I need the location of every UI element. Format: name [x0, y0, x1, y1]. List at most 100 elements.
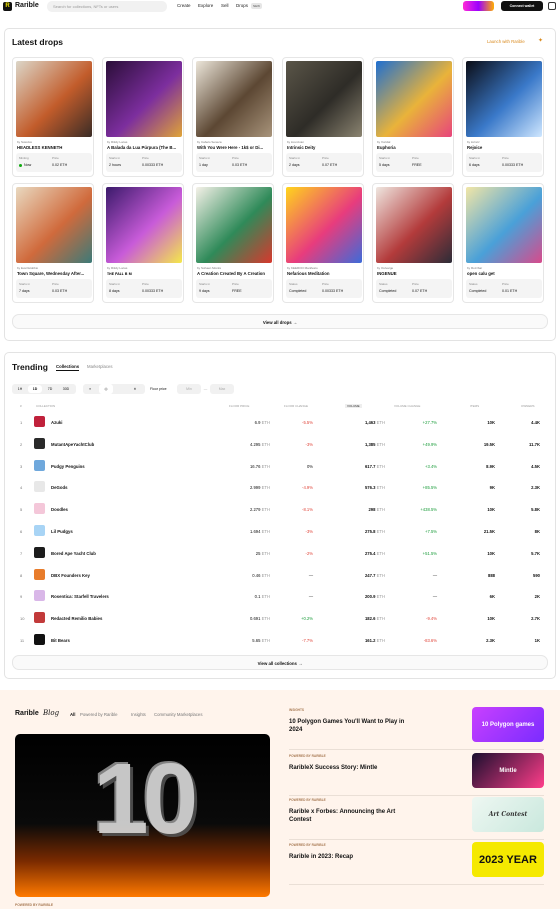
- table-row[interactable]: 5 Doodles 2.279 ETH -8.1% 298 ETH +438.5% 10K 5…: [13, 499, 545, 520]
- promo-gradient-button[interactable]: [463, 1, 494, 11]
- period-1h[interactable]: 1H: [13, 385, 27, 393]
- drop-creator[interactable]: by Sohaen Monks: [197, 266, 221, 270]
- collection-avatar[interactable]: [34, 503, 45, 515]
- drop-name[interactable]: open calu get: [467, 271, 543, 276]
- tab-collections[interactable]: Collections: [56, 364, 80, 371]
- period-7d[interactable]: 7D: [43, 385, 57, 393]
- brand-name[interactable]: Rarible: [15, 2, 39, 9]
- drop-name[interactable]: Rejoice: [467, 145, 543, 150]
- blog-tab-insights[interactable]: Insights: [131, 712, 146, 717]
- hero-post-image[interactable]: 10: [15, 734, 270, 897]
- launch-link[interactable]: Launch with Rarible: [487, 39, 525, 44]
- drop-artwork-image[interactable]: [16, 61, 92, 137]
- close-filter-icon[interactable]: ✕: [130, 384, 140, 394]
- view-all-drops-button[interactable]: View all drops →: [12, 314, 548, 329]
- col-owners[interactable]: OWNERS: [521, 404, 535, 408]
- collection-name[interactable]: Lil Pudgys: [51, 529, 73, 534]
- drop-card[interactable]: by Ouivarge INGENUE Status Completed Price 0.…: [372, 183, 454, 303]
- table-row[interactable]: 9 Rosentica: Starfell Travelers 0.1 ETH — 20…: [13, 586, 545, 607]
- collection-name[interactable]: Bored Ape Yacht Club: [51, 551, 96, 556]
- period-1d[interactable]: 1D: [28, 385, 42, 393]
- blog-tab-community[interactable]: Community Marketplaces: [154, 712, 202, 717]
- collection-avatar[interactable]: [34, 437, 45, 449]
- col-items[interactable]: ITEMS: [470, 404, 479, 408]
- ethereum-icon[interactable]: ≡: [85, 384, 95, 394]
- table-row[interactable]: 10 Redacted Remilio Babies 0.691 ETH +0.2% 1…: [13, 608, 545, 629]
- drop-creator[interactable]: by lorenzvan: [287, 140, 304, 144]
- collection-name[interactable]: Redacted Remilio Babies: [51, 616, 102, 621]
- min-price-input[interactable]: Min: [177, 384, 201, 394]
- drop-artwork-image[interactable]: [376, 187, 452, 263]
- col-volume-change[interactable]: VOLUME CHANGE: [394, 404, 420, 408]
- drop-card[interactable]: by Ritidy Lucas ᴛʜᴇ ꜰᴀʟʟ ʙ ᴍ Starts in 8 da…: [102, 183, 184, 303]
- drop-name[interactable]: With You Were Here - 1k$ or Di...: [197, 145, 273, 150]
- collection-name[interactable]: Azuki: [51, 420, 62, 425]
- blog-post[interactable]: POWERED BY RARIBLE Rarible in 2023: Recap…: [289, 841, 544, 885]
- table-row[interactable]: 1 Azuki 6.9 ETH -5.5% 1,463 ETH +27.7% 10K 4.4K: [13, 412, 545, 433]
- post-title[interactable]: RaribleX Success Story: Mintle: [289, 764, 409, 772]
- nav-create[interactable]: Create: [177, 3, 191, 8]
- drop-artwork-image[interactable]: [466, 61, 542, 137]
- search-input[interactable]: Search for collections, NFTs or users: [47, 1, 167, 12]
- col-floor-change[interactable]: FLOOR CHANGE: [284, 404, 308, 408]
- drop-creator[interactable]: by Ritidy Lucas: [107, 266, 127, 270]
- tab-marketplaces[interactable]: Marketplaces: [87, 364, 113, 369]
- collection-avatar[interactable]: [34, 525, 45, 536]
- drop-card[interactable]: by Rozzbar open calu get Status Completed Pr…: [462, 183, 544, 303]
- col-volume[interactable]: VOLUME: [345, 404, 362, 408]
- drop-creator[interactable]: by Sotodox: [17, 140, 32, 144]
- blog-post[interactable]: INSIGHTS 10 Polygon Games You'll Want to …: [289, 706, 544, 750]
- table-row[interactable]: 8 DBX Founders Key 0.46 ETH — 247.7 ETH — 888 5…: [13, 565, 545, 586]
- collection-name[interactable]: DeGods: [51, 485, 67, 490]
- drop-artwork-image[interactable]: [196, 187, 272, 263]
- table-row[interactable]: 2 MutantApeYachtClub 4.295 ETH -3% 1,385 ETH…: [13, 434, 545, 455]
- collection-avatar[interactable]: [34, 416, 45, 427]
- connect-wallet-button[interactable]: Connect wallet: [501, 1, 543, 11]
- nav-explore[interactable]: Explore: [198, 3, 213, 8]
- blog-post[interactable]: POWERED BY RARIBLE RaribleX Success Story…: [289, 752, 544, 796]
- collection-avatar[interactable]: [34, 634, 45, 645]
- collection-name[interactable]: Bit Bears: [51, 638, 70, 643]
- drop-name[interactable]: Nefarious Meditation: [287, 271, 363, 276]
- drop-name[interactable]: Euphoria: [377, 145, 453, 150]
- drop-card[interactable]: by Cabelo Seneca With You Were Here - 1k$…: [192, 57, 274, 177]
- table-row[interactable]: 11 Bit Bears 5.65 ETH -7.7% 161.2 ETH -83.6% 2…: [13, 630, 545, 651]
- collection-avatar[interactable]: [34, 568, 45, 580]
- drop-creator[interactable]: by Ritidy Lucas: [107, 140, 127, 144]
- drop-card[interactable]: by Sotodox HEADLESS KENNETH Minting Now Pric…: [12, 57, 94, 177]
- collection-avatar[interactable]: [34, 612, 45, 624]
- drop-name[interactable]: Intrinsic Deity: [287, 145, 363, 150]
- cart-icon[interactable]: [548, 2, 556, 10]
- drop-card[interactable]: by Sohaen Monks A Creation Created By A C…: [192, 183, 274, 303]
- post-title[interactable]: 10 Polygon Games You'll Want to Play in …: [289, 718, 409, 734]
- drop-creator[interactable]: by Cabelo Seneca: [197, 140, 222, 144]
- drop-artwork-image[interactable]: [106, 61, 182, 137]
- col-floor[interactable]: FLOOR PRICE: [229, 404, 249, 408]
- drop-creator[interactable]: by Xoridal: [377, 140, 390, 144]
- drop-artwork-image[interactable]: [466, 187, 542, 263]
- blog-post[interactable]: POWERED BY RARIBLE Rarible x Forbes: Anno…: [289, 796, 544, 840]
- drop-card[interactable]: by lorenzvan Intrinsic Deity Starts in 2 da…: [282, 57, 364, 177]
- drop-creator[interactable]: by Rozzbar: [467, 266, 482, 270]
- max-price-input[interactable]: Max: [210, 384, 234, 394]
- drop-artwork-image[interactable]: [106, 187, 182, 263]
- collection-name[interactable]: Doodles: [51, 507, 68, 512]
- drop-creator[interactable]: by lorincz: [467, 140, 480, 144]
- nav-sell[interactable]: Sell: [221, 3, 229, 8]
- drop-card[interactable]: by Ritidy Lucas A Balada da Lua Púrpura (…: [102, 57, 184, 177]
- drop-name[interactable]: HEADLESS KENNETH: [17, 145, 93, 150]
- nav-drops[interactable]: Drops: [236, 3, 248, 8]
- drop-creator[interactable]: by Everlistobbio: [17, 266, 38, 270]
- collection-avatar[interactable]: [34, 481, 45, 493]
- post-thumbnail[interactable]: 10 Polygon games: [472, 707, 544, 742]
- drop-name[interactable]: ᴛʜᴇ ꜰᴀʟʟ ʙ ᴍ: [107, 271, 183, 277]
- drop-artwork-image[interactable]: [286, 187, 362, 263]
- drop-name[interactable]: INGENUE: [377, 271, 453, 276]
- blog-tab-all[interactable]: All: [70, 712, 76, 717]
- post-title[interactable]: Rarible in 2023: Recap: [289, 853, 409, 861]
- collection-avatar[interactable]: [34, 459, 45, 471]
- collection-name[interactable]: Pudgy Penguins: [51, 464, 85, 469]
- drop-creator[interactable]: by Ouivarge: [377, 266, 393, 270]
- drop-artwork-image[interactable]: [196, 61, 272, 137]
- solana-icon[interactable]: ◎: [99, 384, 113, 394]
